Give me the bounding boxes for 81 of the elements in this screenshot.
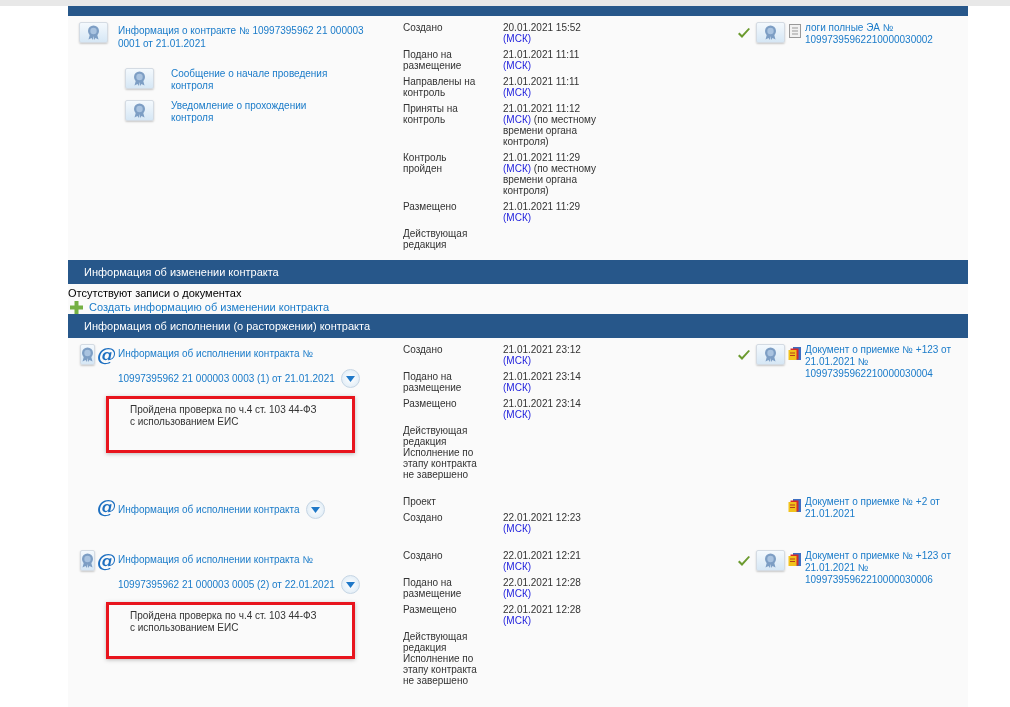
event-date: 21.01.2021 23:14 (МСК) [503,371,582,393]
certificate-button[interactable] [755,22,785,43]
document-link[interactable]: логи полные ЭА № 10997395962210000030002 [805,22,968,46]
contract-info-link[interactable]: Информация о контракте № 10997395962 21 000003 [118,25,364,37]
event-date: 22.01.2021 12:28 (МСК) [503,577,582,599]
at-sign: @ [97,344,116,364]
event-date: 21.01.2021 11:11 (МСК) [503,76,581,98]
event-label: Размещено [403,604,458,617]
contract-info-link[interactable]: 10997395962 21 000003 0005 (2) от 22.01.2021 [118,578,335,591]
rosette-icon [86,25,100,40]
contract-info-link[interactable]: Информация об исполнении контракта № [118,348,314,360]
check-note: Пройдена проверка по ч.4 ст. 103 44-ФЗ с использованием ЕИС [106,396,355,453]
event-label: Создано [403,512,444,525]
event-label: Действующая редакция [403,631,469,653]
rosette-icon [763,25,777,40]
certificate-button[interactable] [125,100,154,121]
caret-icon [345,375,355,382]
event-label: Действующая редакция [403,228,469,250]
document-link[interactable]: Сообщение о начале проведения контроля [171,68,341,92]
event-label: Направлены на контроль [403,76,477,98]
event-label: Размещено [403,201,458,214]
event-label: Контроль пройден [403,152,448,176]
check-note: Пройдена проверка по ч.4 ст. 103 44-ФЗ с использованием ЕИС [106,602,355,659]
create-link[interactable]: Создать информацию об изменении контракта [89,300,330,314]
rosette-icon [763,553,777,568]
at-sign: @ [97,550,116,570]
event-date: 21.01.2021 11:29 (МСК) (по местному времени органа контроля) [503,152,597,196]
event-date: 21.01.2021 23:12 (МСК) [503,344,582,366]
rosette-icon [763,347,777,362]
event-label: Подано на размещение [403,371,463,393]
event-date: 22.01.2021 12:28 (МСК) [503,604,582,626]
contract-info-link[interactable]: 10997395962 21 000003 0003 (1) от 21.01.2021 [118,372,335,385]
section-header: Информация об исполнении (о расторжении) контракта [68,314,968,338]
event-date: 21.01.2021 11:12 (МСК) (по местному времени органа контроля) [503,103,597,147]
caret-icon [345,581,355,588]
event-label: Подано на размещение [403,577,463,599]
document-link[interactable]: Документ о приемке № +123 от 21.01.2021 № 10997395962210000030004 [805,344,968,380]
contract-info-link[interactable]: Информация об исполнении контракта № [118,554,314,566]
documents-icon [788,498,802,513]
certificate-button[interactable] [78,22,108,43]
event-label: Приняты на контроль [403,103,459,127]
documents-icon [788,346,802,361]
event-label: Размещено [403,398,458,411]
event-label: Действующая редакция [403,425,469,447]
status-text: Исполнение по этапу контракта не завершено [403,447,478,480]
certificate-button[interactable] [80,550,95,571]
event-label: Подано на размещение [403,49,463,71]
document-icon [789,24,801,38]
certificate-button[interactable] [80,344,95,365]
empty-message: Отсутствуют записи о документах [68,286,243,300]
event-date: 22.01.2021 12:23 (МСК) [503,512,582,534]
section-header: Информация об изменении контракта [68,260,968,284]
dropdown-button[interactable] [305,500,325,519]
event-date: 20.01.2021 15:52 (МСК) [503,22,582,44]
event-date: 21.01.2021 23:14 (МСК) [503,398,582,420]
event-label: Создано [403,344,444,357]
contract-info-link[interactable]: 0001 от 21.01.2021 [118,38,206,50]
document-link[interactable]: Документ о приемке № +123 от 21.01.2021 № 10997395962210000030006 [805,550,968,586]
certificate-button[interactable] [755,344,785,365]
document-link[interactable]: Уведомление о прохождении контроля [171,100,341,124]
event-date: 21.01.2021 11:29 (МСК) [503,201,582,223]
rosette-icon [133,71,146,86]
certificate-button[interactable] [125,68,154,89]
event-label: Создано [403,22,444,35]
document-link[interactable]: Документ о приемке № +2 от 21.01.2021 [805,496,968,520]
rosette-icon [133,103,146,118]
status-text: Исполнение по этапу контракта не завершено [403,653,478,686]
certificate-button[interactable] [755,550,785,571]
documents-icon [788,552,802,567]
dropdown-button[interactable] [340,369,360,388]
rosette-icon [81,553,94,568]
dropdown-button[interactable] [340,575,360,594]
at-sign: @ [97,496,116,516]
contract-info-link[interactable]: Информация об исполнении контракта [118,503,300,516]
caret-icon [310,506,320,513]
event-date: 21.01.2021 11:11 (МСК) [503,49,581,71]
event-label: Проект [403,496,437,507]
event-label: Создано [403,550,444,563]
plus-icon [70,300,83,314]
rosette-icon [81,347,94,362]
event-date: 22.01.2021 12:21 (МСК) [503,550,582,572]
